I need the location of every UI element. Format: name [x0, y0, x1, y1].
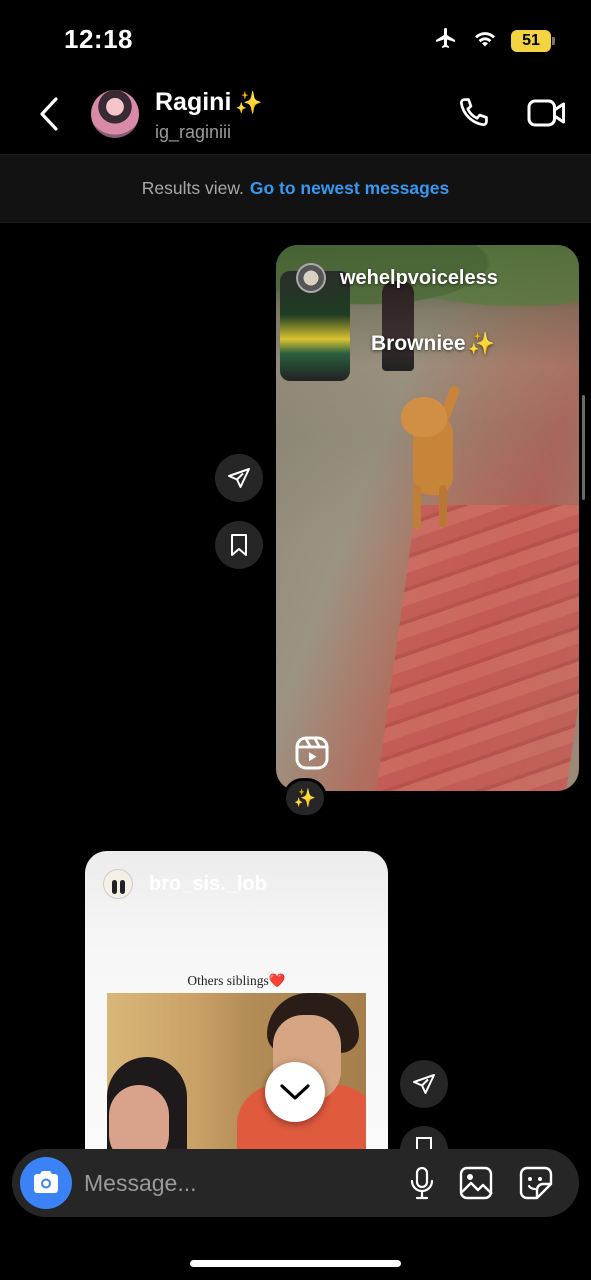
status-icons: 51: [433, 26, 555, 55]
reel-icon: [294, 735, 330, 771]
microphone-icon: [410, 1166, 434, 1200]
results-text: Results view.: [141, 178, 244, 198]
reel-thumbnail-dog: [401, 384, 463, 535]
shared-post-card[interactable]: bro_sis._lob Others siblings❤️: [85, 851, 388, 1181]
reel-share-button[interactable]: [215, 454, 263, 502]
bookmark-icon: [416, 1137, 432, 1150]
gallery-button[interactable]: [456, 1163, 496, 1203]
chevron-down-icon: [280, 1084, 310, 1100]
back-button[interactable]: [32, 94, 66, 134]
message-composer: [12, 1149, 579, 1217]
heart-emoji: ❤️: [268, 973, 286, 988]
post-share-button[interactable]: [400, 1060, 448, 1108]
message-input[interactable]: [84, 1163, 384, 1203]
reel-save-button[interactable]: [215, 521, 263, 569]
post-save-button[interactable]: [400, 1126, 448, 1150]
scrollbar[interactable]: [582, 395, 585, 500]
post-author-avatar[interactable]: [103, 869, 133, 899]
audio-call-button[interactable]: [454, 94, 494, 134]
contact-avatar[interactable]: [91, 90, 139, 138]
reel-author[interactable]: wehelpvoiceless: [340, 267, 498, 290]
reel-thumbnail-person: [382, 281, 414, 371]
bookmark-icon: [231, 534, 247, 556]
voice-message-button[interactable]: [402, 1163, 442, 1203]
results-banner: Results view. Go to newest messages: [0, 154, 591, 223]
share-icon: [413, 1074, 435, 1094]
status-time: 12:18: [64, 24, 133, 54]
gallery-icon: [459, 1166, 493, 1200]
sticker-icon: [519, 1166, 553, 1200]
contact-handle[interactable]: ig_raginiii: [155, 122, 231, 143]
camera-button[interactable]: [20, 1157, 72, 1209]
post-caption: Others siblings❤️: [85, 973, 388, 989]
scroll-to-bottom-button[interactable]: [265, 1062, 325, 1122]
back-chevron-icon: [40, 97, 58, 131]
sticker-button[interactable]: [516, 1163, 556, 1203]
reel-caption-text: Browniee: [371, 332, 466, 355]
chat-header: Ragini ✨ ig_raginiii: [0, 80, 591, 154]
camera-icon: [34, 1171, 58, 1193]
post-author[interactable]: bro_sis._lob: [149, 873, 267, 896]
airplane-icon: [433, 26, 459, 55]
video-camera-icon: [527, 99, 565, 127]
contact-name-text: Ragini: [155, 88, 232, 116]
home-indicator[interactable]: [190, 1260, 401, 1267]
video-call-button[interactable]: [526, 94, 570, 134]
post-caption-text: Others siblings: [187, 973, 269, 988]
contact-name[interactable]: Ragini ✨: [155, 88, 263, 117]
reaction-badge[interactable]: ✨: [283, 778, 327, 818]
status-bar: 12:18 51: [0, 0, 591, 80]
reel-thumbnail-path: [375, 505, 579, 791]
wifi-icon: [473, 28, 497, 53]
sparkle-emoji: ✨: [235, 89, 263, 115]
battery-icon: 51: [511, 29, 555, 52]
reel-author-avatar[interactable]: [296, 263, 326, 293]
go-to-newest-link[interactable]: Go to newest messages: [250, 178, 449, 199]
share-icon: [228, 468, 250, 488]
shared-reel-card[interactable]: wehelpvoiceless Browniee ✨: [276, 245, 579, 791]
sparkle-emoji: ✨: [467, 331, 495, 356]
phone-icon: [459, 98, 488, 127]
reel-caption: Browniee ✨: [371, 331, 495, 357]
